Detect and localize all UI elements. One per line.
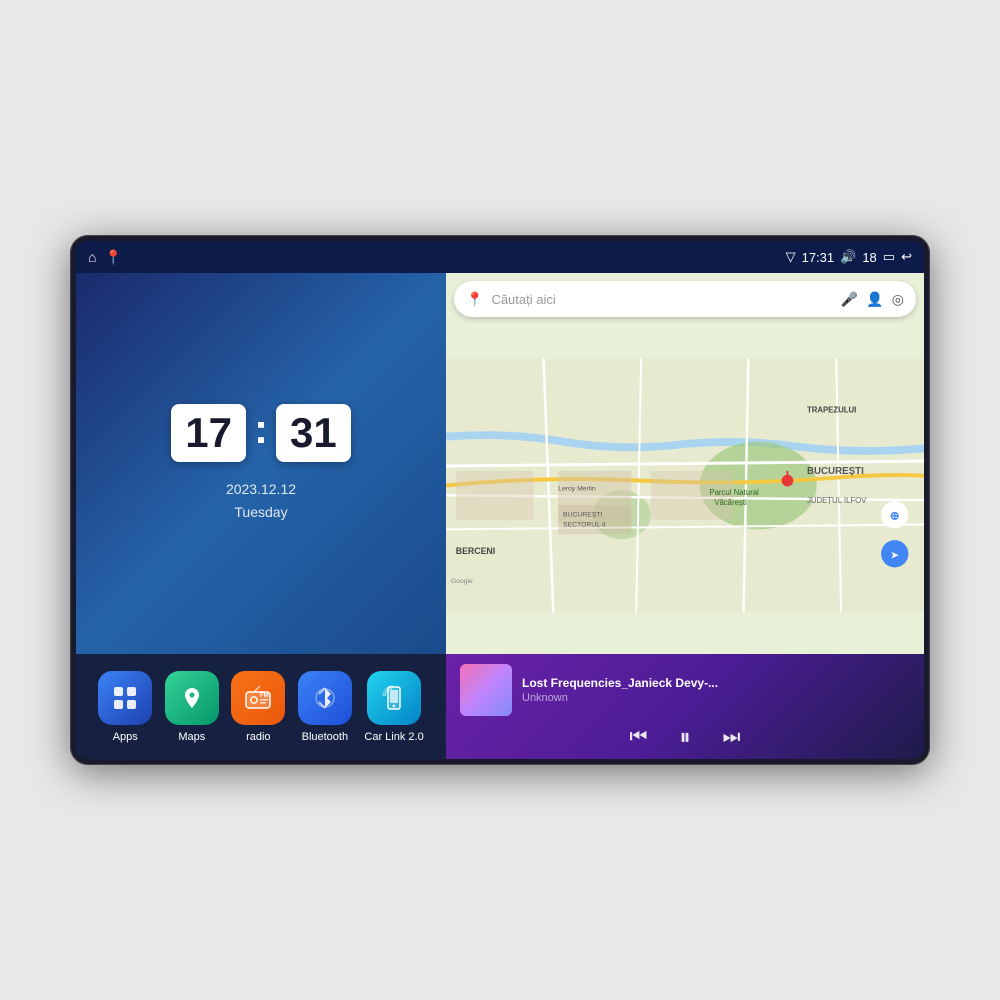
svg-text:BERCENI: BERCENI — [456, 546, 495, 556]
clock-hour: 17 — [171, 404, 246, 462]
svg-text:Google: Google — [451, 578, 473, 585]
account-icon[interactable]: 👤 — [866, 291, 883, 308]
radio-label: radio — [246, 731, 270, 743]
map-svg: BUCUREȘTI JUDEȚUL ILFOV TRAPEZULUI BERCE… — [446, 317, 924, 654]
maps-status-icon[interactable]: 📍 — [104, 249, 121, 266]
bluetooth-label: Bluetooth — [302, 731, 348, 743]
svg-text:FM: FM — [260, 693, 269, 699]
map-search-placeholder[interactable]: Căutați aici — [491, 292, 832, 307]
svg-text:Văcărești: Văcărești — [714, 498, 747, 507]
status-bar: ⌂ 📍 ▽ 17:31 🔊 18 ▭ ↩ — [76, 241, 924, 273]
music-text: Lost Frequencies_Janieck Devy-... Unknow… — [522, 676, 910, 704]
map-search-actions: 🎤 👤 ◎ — [841, 291, 904, 308]
car-screen-device: ⌂ 📍 ▽ 17:31 🔊 18 ▭ ↩ 17 : — [70, 235, 930, 765]
next-button[interactable]: ⏭ — [723, 726, 741, 749]
clock-minute: 31 — [276, 404, 351, 462]
clock-widget: 17 : 31 2023.12.12 Tuesday — [76, 273, 446, 654]
map-pin-search-icon: 📍 — [466, 291, 483, 308]
apps-label: Apps — [113, 731, 138, 743]
volume-level: 18 — [862, 250, 876, 265]
map-search-bar[interactable]: 📍 Căutați aici 🎤 👤 ◎ — [454, 281, 916, 317]
play-pause-button[interactable]: ⏸ — [679, 724, 690, 750]
volume-icon: 🔊 — [840, 249, 856, 265]
right-panel: 📍 Căutați aici 🎤 👤 ◎ — [446, 273, 924, 759]
layers-icon[interactable]: ◎ — [892, 291, 904, 308]
car-screen: ⌂ 📍 ▽ 17:31 🔊 18 ▭ ↩ 17 : — [76, 241, 924, 759]
apps-grid-icon — [111, 684, 139, 712]
time-display: 17:31 — [802, 250, 835, 265]
svg-text:TRAPEZULUI: TRAPEZULUI — [807, 405, 856, 414]
app-icon-apps[interactable]: Apps — [98, 671, 152, 743]
app-icon-maps[interactable]: Maps — [165, 671, 219, 743]
music-player: Lost Frequencies_Janieck Devy-... Unknow… — [446, 654, 924, 759]
bluetooth-icon-bg — [298, 671, 352, 725]
music-title: Lost Frequencies_Janieck Devy-... — [522, 676, 910, 690]
svg-text:SECTORUL 4: SECTORUL 4 — [563, 521, 606, 528]
signal-icon: ▽ — [786, 249, 796, 265]
back-icon[interactable]: ↩ — [901, 249, 912, 265]
carlink-phone-icon — [380, 684, 408, 712]
app-dock: Apps Maps — [76, 654, 446, 759]
home-icon[interactable]: ⌂ — [88, 249, 96, 265]
status-left-icons: ⌂ 📍 — [88, 249, 122, 266]
status-right-info: ▽ 17:31 🔊 18 ▭ ↩ — [786, 249, 912, 265]
map-container[interactable]: 📍 Căutați aici 🎤 👤 ◎ — [446, 273, 924, 654]
svg-text:Parcul Natural: Parcul Natural — [709, 488, 759, 497]
album-art — [460, 664, 512, 716]
svg-text:Leroy Merlin: Leroy Merlin — [558, 485, 596, 492]
radio-icon-bg: FM — [231, 671, 285, 725]
album-art-image — [460, 664, 512, 716]
svg-text:➤: ➤ — [890, 550, 899, 562]
app-icon-radio[interactable]: FM radio — [231, 671, 285, 743]
svg-text:BUCUREȘTI: BUCUREȘTI — [563, 512, 602, 519]
main-content: 17 : 31 2023.12.12 Tuesday — [76, 273, 924, 759]
carlink-label: Car Link 2.0 — [364, 731, 423, 743]
day-text: Tuesday — [226, 501, 296, 523]
app-icon-bluetooth[interactable]: Bluetooth — [298, 671, 352, 743]
music-artist: Unknown — [522, 692, 910, 704]
clock-display: 17 : 31 — [171, 404, 350, 462]
radio-fm-icon: FM — [242, 682, 274, 714]
music-controls: ⏮ ⏸ ⏭ — [460, 724, 910, 750]
date-text: 2023.12.12 — [226, 478, 296, 500]
maps-pin-icon — [178, 684, 206, 712]
carlink-icon-bg — [367, 671, 421, 725]
svg-text:BUCUREȘTI: BUCUREȘTI — [807, 466, 864, 477]
left-panel: 17 : 31 2023.12.12 Tuesday — [76, 273, 446, 759]
bluetooth-symbol-icon — [311, 684, 339, 712]
date-display: 2023.12.12 Tuesday — [226, 478, 296, 523]
battery-icon: ▭ — [883, 249, 895, 265]
maps-icon-bg — [165, 671, 219, 725]
music-info: Lost Frequencies_Janieck Devy-... Unknow… — [460, 664, 910, 716]
svg-text:⊕: ⊕ — [890, 510, 900, 523]
prev-button[interactable]: ⏮ — [629, 726, 647, 749]
apps-icon-bg — [98, 671, 152, 725]
voice-search-icon[interactable]: 🎤 — [841, 291, 858, 308]
maps-label: Maps — [178, 731, 205, 743]
svg-text:JUDEȚUL ILFOV: JUDEȚUL ILFOV — [807, 496, 867, 505]
clock-colon: : — [254, 405, 268, 453]
app-icon-carlink[interactable]: Car Link 2.0 — [364, 671, 423, 743]
